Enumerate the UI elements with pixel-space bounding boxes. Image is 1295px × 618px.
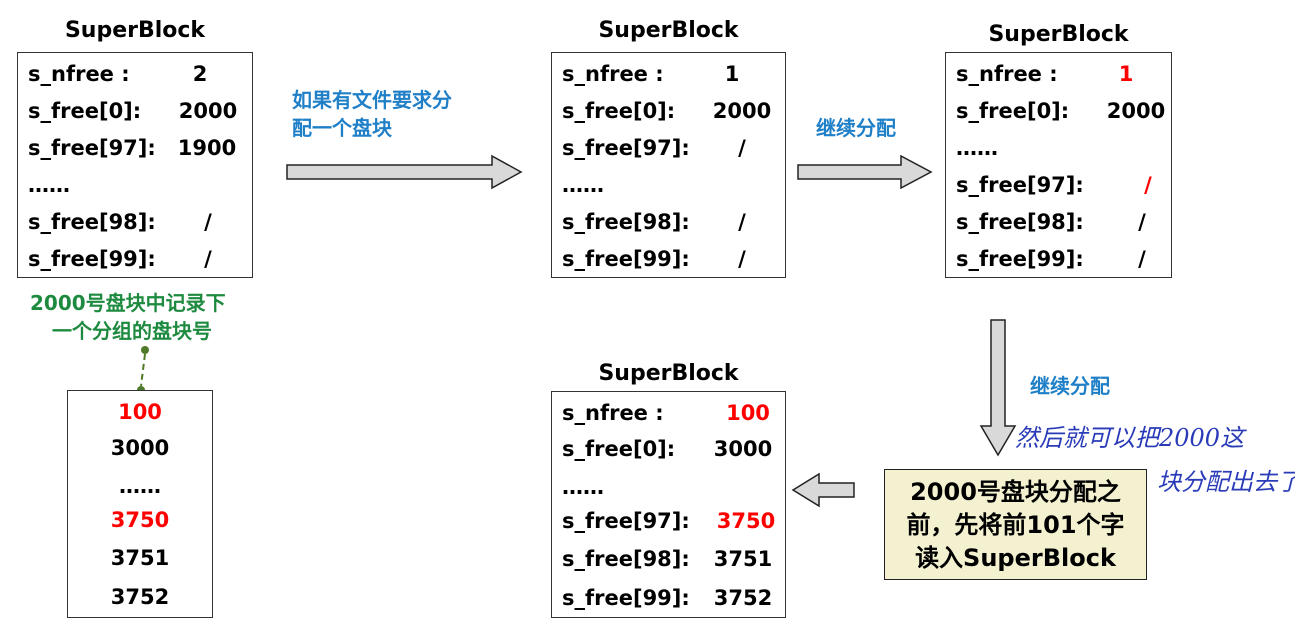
superblock-2: s_nfree :1 s_free[0]: 2000 s_free[97]: / …… xyxy=(551,52,786,278)
sb4-row-free97: s_free[97]: 3750 xyxy=(562,508,776,533)
sb3-row-free99: s_free[99]: / xyxy=(956,246,1146,271)
note-request-alloc: 如果有文件要求分 配一个盘块 xyxy=(292,88,452,140)
sb4-row-free99: s_free[99]: 3752 xyxy=(562,585,773,610)
sb3-row-free0: s_free[0]: 2000 xyxy=(956,98,1166,123)
superblock-3-title: SuperBlock xyxy=(988,22,1129,47)
note-next-group: 2000号盘块中记录下 一个分组的盘块号 xyxy=(30,291,226,343)
block-2000-list: 100 3000 …… 3750 3751 3752 xyxy=(67,390,213,618)
list-item: 3751 xyxy=(110,545,170,570)
handwritten-note-line2: 块分配出去了 xyxy=(1157,468,1295,496)
right-arrow-1 xyxy=(286,154,523,190)
superblock-1-title: SuperBlock xyxy=(64,18,206,43)
handwritten-note-line1: 然后就可以把2000这 xyxy=(1015,424,1245,452)
superblock-2-title: SuperBlock xyxy=(598,18,739,43)
list-item: 3752 xyxy=(110,584,170,609)
sb4-row-nfree: s_nfree :100 xyxy=(562,400,770,425)
sb3-row-free98: s_free[98]: / xyxy=(956,209,1146,234)
connector-dashed xyxy=(137,346,149,394)
superblock-3: s_nfree :1 s_free[0]: 2000 …… s_free[97]:… xyxy=(945,52,1172,278)
sb1-row-nfree: s_nfree :2 xyxy=(28,61,208,86)
list-item: …… xyxy=(119,473,161,498)
list-item: 100 xyxy=(118,399,162,424)
superblock-4-title: SuperBlock xyxy=(598,361,739,386)
sb2-row-free98: s_free[98]: / xyxy=(562,209,746,234)
sb2-row-free97: s_free[97]: / xyxy=(562,135,746,160)
right-arrow-2 xyxy=(797,154,933,190)
sb2-row-nfree: s_nfree :1 xyxy=(562,61,740,86)
sb4-row-ellipsis: …… xyxy=(562,474,604,499)
sb1-row-free97: s_free[97]: 1900 xyxy=(28,135,237,160)
sb4-row-free98: s_free[98]: 3751 xyxy=(562,546,773,571)
down-arrow xyxy=(979,319,1017,457)
sb1-row-free99: s_free[99]: / xyxy=(28,246,212,271)
note-continue-alloc-1: 继续分配 xyxy=(816,116,896,140)
sb1-row-free0: s_free[0]: 2000 xyxy=(28,98,238,123)
sb3-row-nfree: s_nfree :1 xyxy=(956,61,1134,86)
superblock-1: s_nfree :2 s_free[0]: 2000 s_free[97]: 190… xyxy=(17,52,253,278)
sb3-row-free97: s_free[97]: / xyxy=(956,172,1152,197)
sb4-row-free0: s_free[0]: 3000 xyxy=(562,436,773,461)
list-item: 3750 xyxy=(110,507,170,532)
note-continue-alloc-2: 继续分配 xyxy=(1030,374,1110,398)
list-item: 3000 xyxy=(110,435,170,460)
sb2-row-free0: s_free[0]: 2000 xyxy=(562,98,772,123)
sb1-row-ellipsis: …… xyxy=(28,172,70,197)
sb1-row-free98: s_free[98]: / xyxy=(28,209,212,234)
sb2-row-ellipsis: …… xyxy=(562,172,604,197)
explanation-box: 2000号盘块分配之 前，先将前101个字 读入SuperBlock xyxy=(884,469,1147,580)
sb2-row-free99: s_free[99]: / xyxy=(562,246,746,271)
left-arrow xyxy=(791,472,855,508)
sb3-row-ellipsis: …… xyxy=(956,135,998,160)
superblock-4: s_nfree :100 s_free[0]: 3000 …… s_free[97… xyxy=(551,391,786,618)
